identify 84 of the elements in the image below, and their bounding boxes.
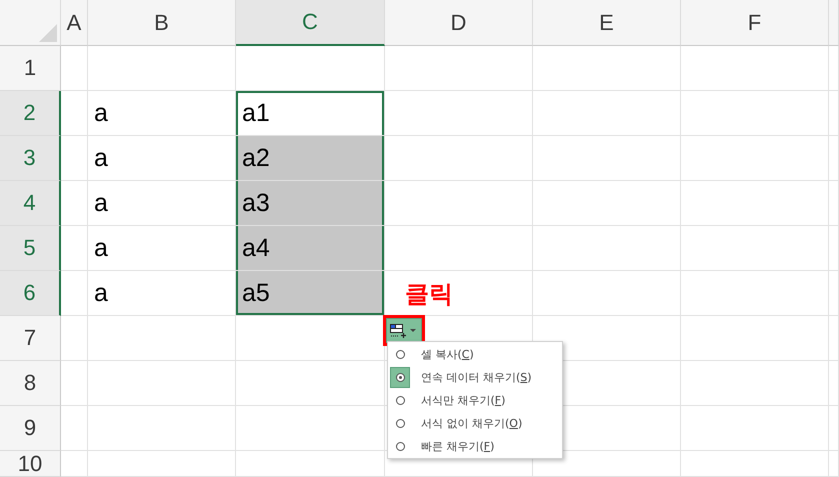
row-header[interactable]: 1 [0,46,61,91]
annotation-label: 클릭 [405,279,453,310]
table-cell[interactable] [829,361,839,406]
row-header[interactable]: 8 [0,361,61,406]
table-cell[interactable] [681,46,829,91]
radio-button[interactable] [390,367,410,388]
table-cell[interactable] [61,451,88,477]
column-header[interactable]: E [533,0,681,46]
table-cell[interactable] [61,361,88,406]
table-cell[interactable] [829,226,839,271]
table-cell[interactable] [681,181,829,226]
row-header[interactable]: 10 [0,451,61,477]
table-cell[interactable] [88,361,236,406]
menu-item[interactable]: 서식만 채우기(F) [390,389,562,412]
row-header[interactable]: 3 [0,136,61,181]
column-header[interactable]: B [88,0,236,46]
column-header[interactable]: A [61,0,88,46]
table-cell[interactable] [385,226,533,271]
table-cell[interactable] [533,46,681,91]
table-cell[interactable] [88,451,236,477]
table-cell[interactable] [236,361,385,406]
table-cell[interactable] [236,406,385,451]
select-all-icon[interactable] [39,24,57,42]
row-header[interactable]: 2 [0,91,61,136]
table-cell[interactable] [829,316,839,361]
table-cell[interactable] [533,181,681,226]
table-cell[interactable] [236,46,385,91]
row-header[interactable]: 6 [0,271,61,316]
column-header[interactable]: F [681,0,829,46]
table-cell[interactable] [61,91,88,136]
table-cell[interactable] [61,136,88,181]
row-header[interactable]: 4 [0,181,61,226]
table-cell[interactable] [61,46,88,91]
table-cell[interactable] [829,91,839,136]
menu-item[interactable]: 서식 없이 채우기(O) [390,412,562,435]
menu-item[interactable]: 연속 데이터 채우기(S) [390,366,562,389]
column-header[interactable] [829,0,839,46]
table-cell[interactable] [681,136,829,181]
table-cell[interactable] [533,271,681,316]
table-cell[interactable] [829,451,839,477]
table-cell[interactable] [385,91,533,136]
column-header[interactable]: D [385,0,533,46]
table-cell[interactable] [385,181,533,226]
table-cell[interactable] [829,181,839,226]
table-cell[interactable] [88,406,236,451]
table-cell[interactable] [88,316,236,361]
table-cell[interactable] [88,46,236,91]
fill-icon [390,324,406,338]
row-header[interactable]: 7 [0,316,61,361]
row-header[interactable]: 5 [0,226,61,271]
table-cell[interactable] [61,316,88,361]
menu-item[interactable]: 빠른 채우기(F) [390,435,562,458]
table-cell[interactable] [829,136,839,181]
table-cell[interactable] [533,226,681,271]
table-cell[interactable] [681,406,829,451]
table-cell[interactable] [829,46,839,91]
table-cell[interactable] [681,316,829,361]
caret-icon [410,328,416,332]
table-cell[interactable]: a1 [236,91,385,136]
table-cell[interactable] [533,91,681,136]
table-cell[interactable] [61,181,88,226]
table-cell[interactable]: a4 [236,226,385,271]
table-cell[interactable] [829,271,839,316]
table-cell[interactable] [829,406,839,451]
table-cell[interactable] [533,136,681,181]
table-cell[interactable] [61,406,88,451]
table-cell[interactable] [61,226,88,271]
row-header[interactable]: 9 [0,406,61,451]
table-cell[interactable] [236,451,385,477]
table-cell[interactable]: a3 [236,181,385,226]
column-header[interactable]: C [236,0,385,46]
table-cell[interactable]: a5 [236,271,385,316]
table-cell[interactable] [681,91,829,136]
table-cell[interactable] [681,226,829,271]
table-cell[interactable] [681,361,829,406]
menu-item[interactable]: 셀 복사(C) [390,343,562,366]
table-cell[interactable] [61,271,88,316]
table-cell[interactable] [385,136,533,181]
autofill-options-button[interactable] [386,318,422,343]
table-cell[interactable] [681,271,829,316]
table-cell[interactable] [681,451,829,477]
table-cell[interactable] [385,46,533,91]
table-cell[interactable]: a [88,91,236,136]
table-cell[interactable]: a2 [236,136,385,181]
